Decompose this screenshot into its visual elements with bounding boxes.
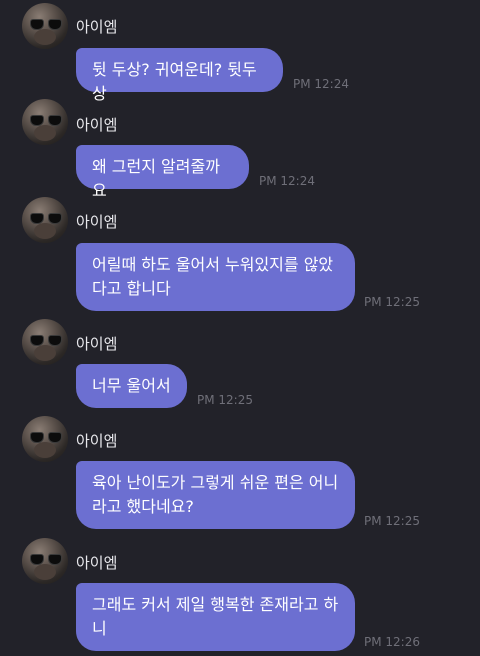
sender-name: 아이엠 — [76, 432, 118, 450]
sender-name: 아이엠 — [76, 213, 118, 231]
avatar[interactable] — [22, 538, 68, 584]
message-timestamp: PM 12:24 — [259, 174, 315, 188]
message-timestamp: PM 12:25 — [364, 514, 420, 528]
message-bubble[interactable]: 너무 울어서 — [76, 364, 187, 408]
message-timestamp: PM 12:24 — [293, 77, 349, 91]
message-bubble[interactable]: 왜 그런지 알려줄까요 — [76, 145, 249, 200]
sender-name: 아이엠 — [76, 18, 118, 36]
message-text-line: 어릴때 하도 울어서 누워있지를 않았 — [92, 255, 334, 274]
avatar[interactable] — [22, 197, 68, 243]
message-bubble[interactable]: 육아 난이도가 그렇게 쉬운 편은 어니 라고 했다네요? — [76, 461, 355, 529]
message-text: 뒷 두상? 귀여운데? 뒷두상 — [92, 60, 257, 103]
message-bubble[interactable]: 뒷 두상? 귀여운데? 뒷두상 — [76, 48, 283, 103]
avatar[interactable] — [22, 416, 68, 462]
message-text-line: 니 — [92, 619, 107, 638]
avatar[interactable] — [22, 99, 68, 145]
sender-name: 아이엠 — [76, 335, 118, 353]
avatar[interactable] — [22, 319, 68, 365]
message-timestamp: PM 12:26 — [364, 635, 420, 649]
message-timestamp: PM 12:25 — [364, 295, 420, 309]
avatar[interactable] — [22, 3, 68, 49]
message-bubble[interactable]: 어릴때 하도 울어서 누워있지를 않았 다고 합니다 — [76, 243, 355, 311]
message-text-line: 그래도 커서 제일 행복한 존재라고 하 — [92, 595, 339, 614]
chat-message-list[interactable]: 아이엠 뒷 두상? 귀여운데? 뒷두상 PM 12:24 아이엠 왜 그런지 알… — [0, 0, 480, 656]
message-timestamp: PM 12:25 — [197, 393, 253, 407]
message-text-line: 라고 했다네요? — [92, 497, 194, 516]
sender-name: 아이엠 — [76, 554, 118, 572]
sender-name: 아이엠 — [76, 116, 118, 134]
message-bubble[interactable]: 그래도 커서 제일 행복한 존재라고 하 니 — [76, 583, 355, 651]
message-text-line: 육아 난이도가 그렇게 쉬운 편은 어니 — [92, 473, 339, 492]
message-text-line: 다고 합니다 — [92, 279, 171, 298]
message-text: 너무 울어서 — [92, 376, 171, 395]
message-text: 왜 그런지 알려줄까요 — [92, 157, 220, 200]
